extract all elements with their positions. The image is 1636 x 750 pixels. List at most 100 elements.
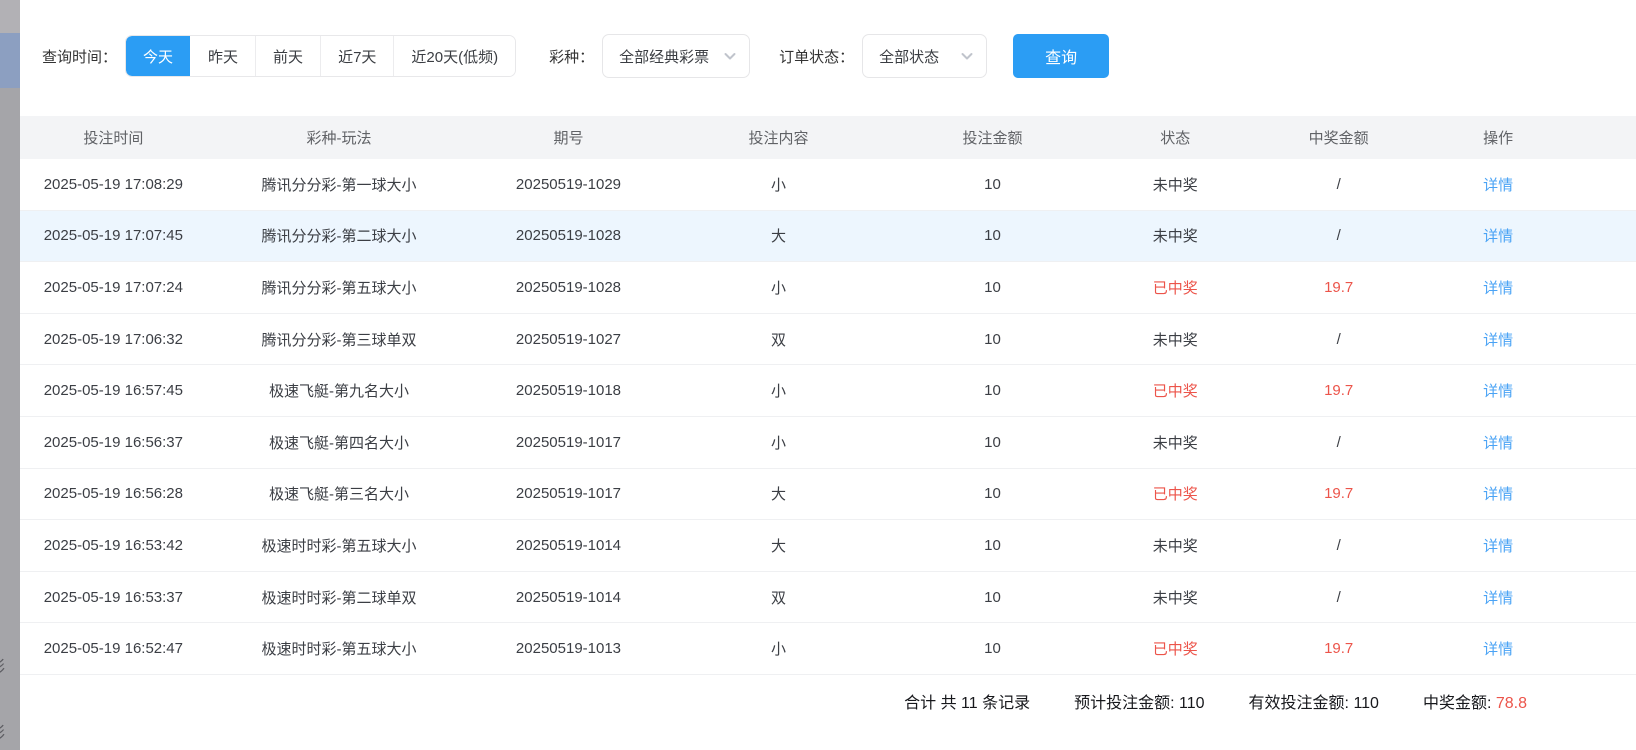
sidebar-clipped-text: 彩 (0, 726, 13, 742)
cell-game-play: 极速飞艇-第九名大小 (207, 380, 472, 401)
detail-link[interactable]: 详情 (1483, 177, 1513, 194)
table-row: 2025-05-19 16:56:28 极速飞艇-第三名大小 20250519-… (20, 469, 1636, 521)
win-total-value: 78.8 (1496, 695, 1527, 712)
cell-win-amount: 19.7 (1257, 640, 1420, 657)
cell-bet-time: 2025-05-19 16:57:45 (20, 382, 207, 399)
cell-status: 已中奖 (1094, 277, 1257, 298)
cell-content: 大 (666, 225, 892, 246)
table-row: 2025-05-19 16:53:37 极速时时彩-第二球单双 20250519… (20, 572, 1636, 624)
cell-bet-time: 2025-05-19 16:56:28 (20, 485, 207, 502)
cell-issue: 20250519-1017 (471, 485, 666, 502)
search-button[interactable]: 查询 (1013, 34, 1109, 78)
time-option-button[interactable]: 近7天 (320, 36, 393, 76)
filter-bar: 查询时间： 今天昨天前天近7天近20天(低频) 彩种： 全部经典彩票 订单状态：… (42, 34, 1636, 78)
cell-status: 未中奖 (1094, 225, 1257, 246)
cell-bet-time: 2025-05-19 16:52:47 (20, 640, 207, 657)
cell-win-amount: / (1257, 331, 1420, 348)
col-header-content: 投注内容 (666, 127, 892, 148)
cell-content: 大 (666, 483, 892, 504)
detail-link[interactable]: 详情 (1483, 486, 1513, 503)
time-option-button[interactable]: 近20天(低频) (393, 36, 515, 76)
cell-game-play: 极速飞艇-第四名大小 (207, 432, 472, 453)
col-header-amount: 投注金额 (891, 127, 1093, 148)
col-header-status: 状态 (1094, 127, 1257, 148)
cell-win-amount: / (1257, 434, 1420, 451)
chevron-down-icon (723, 49, 737, 63)
time-option-button[interactable]: 昨天 (190, 36, 255, 76)
cell-amount: 10 (891, 227, 1093, 244)
cell-amount: 10 (891, 485, 1093, 502)
table-row: 2025-05-19 16:56:37 极速飞艇-第四名大小 20250519-… (20, 417, 1636, 469)
cell-amount: 10 (891, 382, 1093, 399)
col-header-bet-time: 投注时间 (20, 127, 207, 148)
time-filter-label: 查询时间： (42, 46, 117, 67)
cell-win-amount: / (1257, 176, 1420, 193)
record-count: 合计 共 11 条记录 (904, 689, 1030, 713)
table-row: 2025-05-19 17:06:32 腾讯分分彩-第三球单双 20250519… (20, 314, 1636, 366)
cell-win-amount: 19.7 (1257, 485, 1420, 502)
cell-bet-time: 2025-05-19 17:06:32 (20, 331, 207, 348)
detail-link[interactable]: 详情 (1483, 590, 1513, 607)
table-row: 2025-05-19 17:08:29 腾讯分分彩-第一球大小 20250519… (20, 159, 1636, 211)
detail-link[interactable]: 详情 (1483, 228, 1513, 245)
cell-issue: 20250519-1014 (471, 589, 666, 606)
cell-status: 未中奖 (1094, 535, 1257, 556)
cell-status: 已中奖 (1094, 638, 1257, 659)
cell-bet-time: 2025-05-19 16:53:42 (20, 537, 207, 554)
cell-bet-time: 2025-05-19 17:07:24 (20, 279, 207, 296)
cell-win-amount: / (1257, 227, 1420, 244)
order-status-label: 订单状态： (779, 46, 854, 67)
cell-status: 未中奖 (1094, 329, 1257, 350)
lottery-type-label: 彩种： (549, 46, 594, 67)
detail-link[interactable]: 详情 (1483, 538, 1513, 555)
cell-content: 小 (666, 638, 892, 659)
orders-table: 投注时间 彩种-玩法 期号 投注内容 投注金额 状态 中奖金额 操作 2025-… (20, 116, 1636, 675)
cell-content: 小 (666, 432, 892, 453)
order-status-value: 全部状态 (879, 46, 939, 67)
cell-content: 小 (666, 277, 892, 298)
detail-link[interactable]: 详情 (1483, 332, 1513, 349)
cell-content: 双 (666, 587, 892, 608)
sidebar-edge-top (0, 0, 20, 33)
time-option-button[interactable]: 今天 (126, 36, 190, 76)
lottery-type-select[interactable]: 全部经典彩票 (602, 34, 750, 78)
cell-issue: 20250519-1028 (471, 279, 666, 296)
cell-status: 未中奖 (1094, 587, 1257, 608)
table-row: 2025-05-19 16:52:47 极速时时彩-第五球大小 20250519… (20, 623, 1636, 675)
cell-issue: 20250519-1017 (471, 434, 666, 451)
table-body: 2025-05-19 17:08:29 腾讯分分彩-第一球大小 20250519… (20, 159, 1636, 675)
cell-amount: 10 (891, 176, 1093, 193)
order-history-page: 查询时间： 今天昨天前天近7天近20天(低频) 彩种： 全部经典彩票 订单状态：… (20, 0, 1636, 750)
cell-game-play: 腾讯分分彩-第一球大小 (207, 174, 472, 195)
col-header-win-amount: 中奖金额 (1257, 127, 1420, 148)
cell-win-amount: 19.7 (1257, 279, 1420, 296)
col-header-action: 操作 (1420, 127, 1576, 148)
cell-issue: 20250519-1014 (471, 537, 666, 554)
cell-game-play: 极速时时彩-第五球大小 (207, 535, 472, 556)
table-header: 投注时间 彩种-玩法 期号 投注内容 投注金额 状态 中奖金额 操作 (20, 116, 1636, 159)
cell-amount: 10 (891, 640, 1093, 657)
cell-game-play: 腾讯分分彩-第三球单双 (207, 329, 472, 350)
sidebar-clipped-text: 彩 (0, 660, 13, 676)
cell-issue: 20250519-1018 (471, 382, 666, 399)
time-option-button[interactable]: 前天 (255, 36, 320, 76)
collapsed-sidebar-edge: 彩 彩 (0, 0, 20, 750)
cell-win-amount: / (1257, 537, 1420, 554)
cell-game-play: 腾讯分分彩-第五球大小 (207, 277, 472, 298)
cell-content: 双 (666, 329, 892, 350)
cell-game-play: 极速时时彩-第二球单双 (207, 587, 472, 608)
cell-status: 已中奖 (1094, 380, 1257, 401)
cell-amount: 10 (891, 589, 1093, 606)
detail-link[interactable]: 详情 (1483, 435, 1513, 452)
cell-status: 已中奖 (1094, 483, 1257, 504)
cell-bet-time: 2025-05-19 17:08:29 (20, 176, 207, 193)
detail-link[interactable]: 详情 (1483, 383, 1513, 400)
cell-amount: 10 (891, 537, 1093, 554)
order-status-select[interactable]: 全部状态 (862, 34, 987, 78)
detail-link[interactable]: 详情 (1483, 280, 1513, 297)
detail-link[interactable]: 详情 (1483, 641, 1513, 658)
table-row: 2025-05-19 17:07:24 腾讯分分彩-第五球大小 20250519… (20, 262, 1636, 314)
cell-issue: 20250519-1029 (471, 176, 666, 193)
cell-amount: 10 (891, 434, 1093, 451)
cell-content: 小 (666, 380, 892, 401)
